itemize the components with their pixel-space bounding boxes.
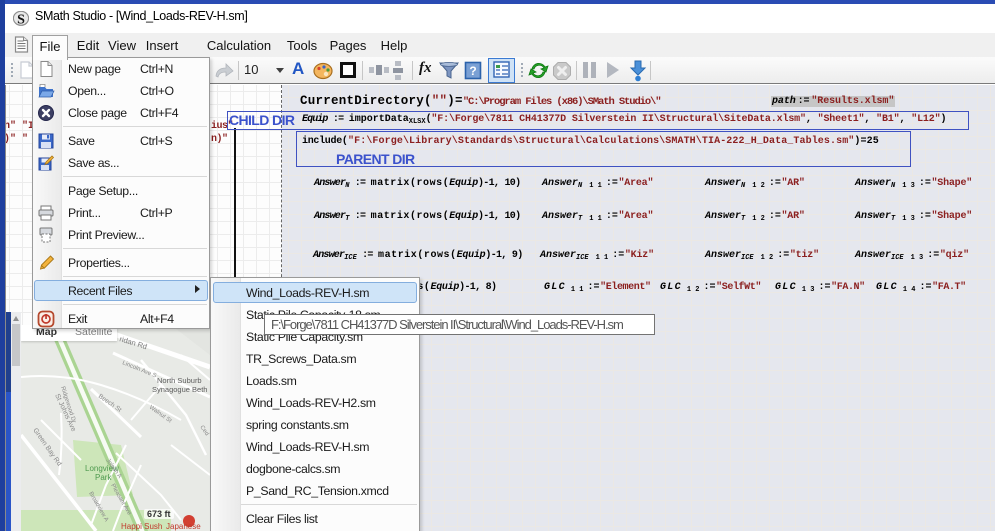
svg-text:?: ? [469, 64, 476, 78]
svg-text:Park: Park [95, 473, 112, 482]
svg-text:S: S [17, 12, 25, 26]
svg-text:Happi Sush: Happi Sush [121, 522, 162, 531]
svg-text:Japanese: Japanese [166, 522, 201, 531]
svg-text:Synagogue Beth: Synagogue Beth [152, 385, 207, 394]
svg-text:North Suburb: North Suburb [157, 376, 202, 385]
